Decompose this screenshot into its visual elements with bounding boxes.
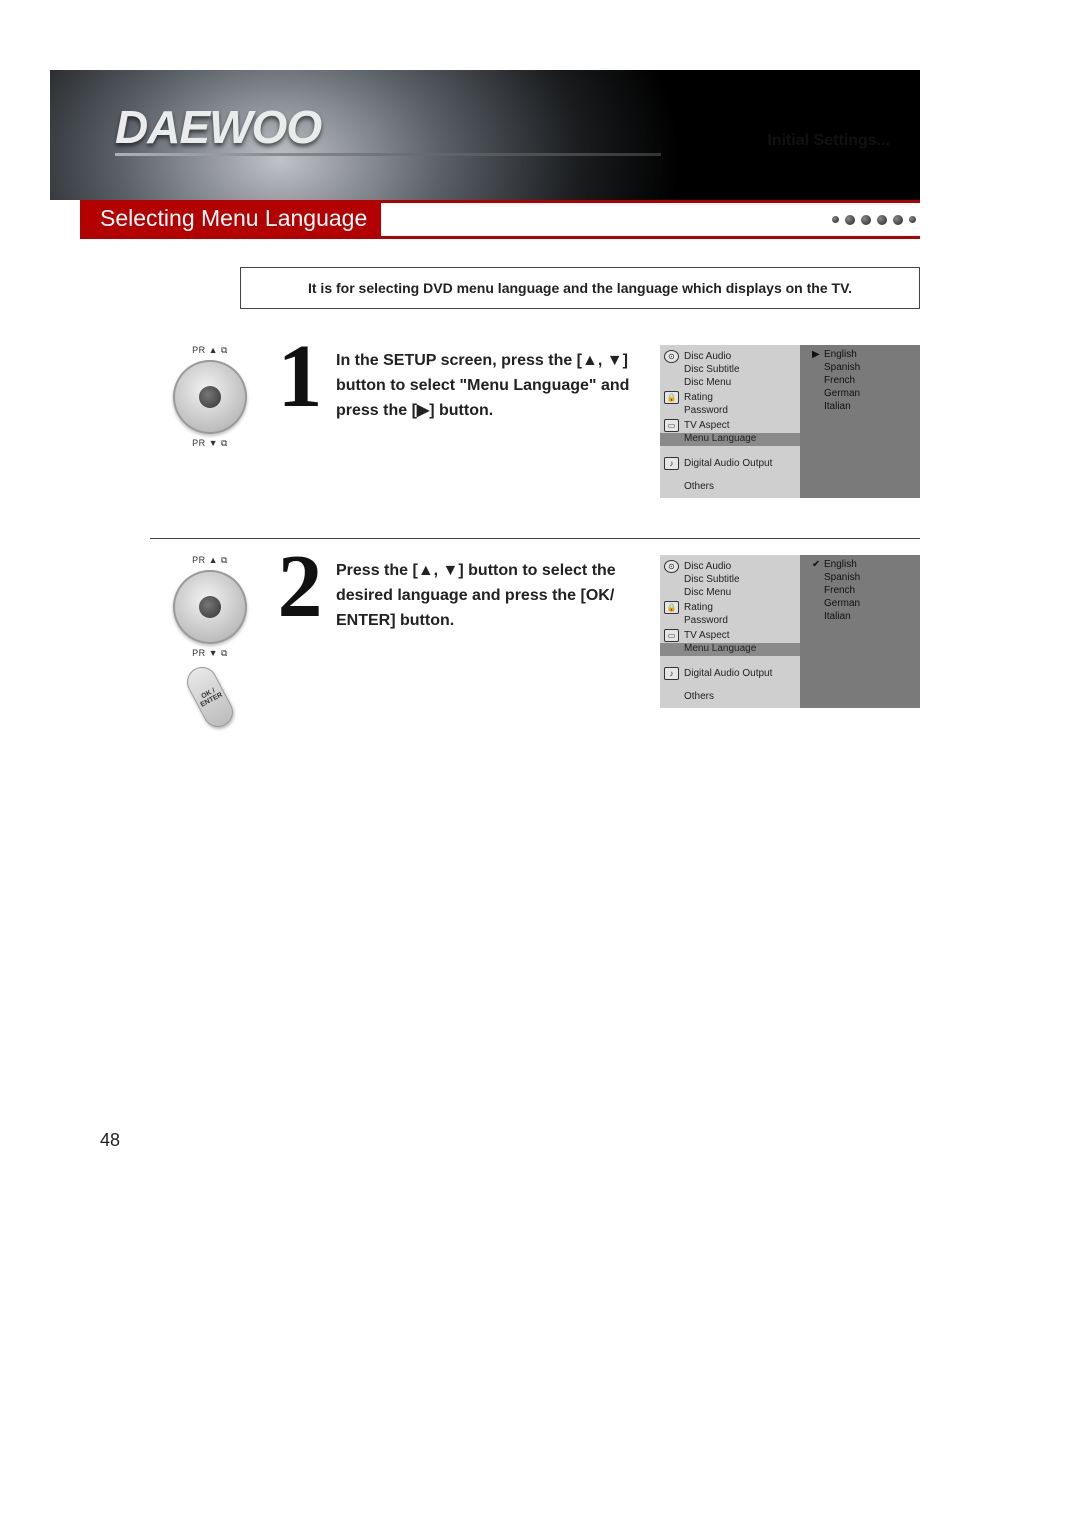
osd-lang: Spanish	[824, 572, 860, 583]
dpad-icon	[173, 570, 247, 644]
ok-enter-button-icon: OK / ENTER	[182, 662, 239, 733]
osd-item: Disc Menu	[660, 377, 800, 390]
section-title-bar: Selecting Menu Language	[80, 200, 920, 239]
selection-marker-icon: ▶	[812, 349, 824, 360]
tv-icon: ▭	[664, 419, 679, 432]
step-number: 1	[270, 341, 330, 413]
remote-pr-down-label: PR ▼ ⧉	[192, 648, 228, 659]
osd-lang: English	[824, 559, 857, 570]
osd-right-column: ▶English Spanish French German Italian	[800, 345, 920, 498]
osd-left-column: ⊙ Disc Audio Disc Subtitle Disc Menu 🔒 Rat…	[660, 555, 800, 708]
osd-item: Disc Audio	[684, 351, 731, 362]
osd-item: Rating	[684, 602, 713, 613]
brand-logo: DAEWOO	[115, 100, 321, 154]
step-instruction: Press the [▲, ▼] button to select the de…	[330, 555, 660, 633]
osd-menu-screenshot: ⊙ Disc Audio Disc Subtitle Disc Menu 🔒 Rat…	[660, 555, 920, 708]
osd-lang: German	[824, 388, 860, 399]
lock-icon: 🔒	[664, 391, 679, 404]
lock-icon: 🔒	[664, 601, 679, 614]
osd-lang: German	[824, 598, 860, 609]
section-title: Selecting Menu Language	[80, 203, 381, 236]
t: In the SETUP screen, press the [	[336, 352, 582, 369]
osd-right-column: ✔English Spanish French German Italian	[800, 555, 920, 708]
osd-item: Password	[660, 615, 800, 628]
osd-item: Disc Audio	[684, 561, 731, 572]
disc-icon: ⊙	[664, 350, 679, 363]
remote-pr-down-label: PR ▼ ⧉	[192, 438, 228, 449]
page-number: 48	[100, 1130, 120, 1151]
decorative-dots	[832, 215, 920, 225]
header-banner: DAEWOO Initial Settings...	[50, 70, 920, 200]
osd-left-column: ⊙ Disc Audio Disc Subtitle Disc Menu 🔒 Rat…	[660, 345, 800, 498]
osd-lang: Spanish	[824, 362, 860, 373]
remote-dpad-ok-illustration: PR ▲ ⧉ PR ▼ ⧉ OK / ENTER	[150, 555, 270, 729]
osd-lang: French	[824, 585, 855, 596]
arrow-symbols: ▲, ▼	[582, 352, 623, 369]
speaker-icon: ♪	[664, 457, 679, 470]
osd-item: Digital Audio Output	[684, 458, 772, 469]
remote-pr-up-label: PR ▲ ⧉	[192, 555, 228, 566]
osd-menu-screenshot: ⊙ Disc Audio Disc Subtitle Disc Menu 🔒 Rat…	[660, 345, 920, 498]
step-1: PR ▲ ⧉ PR ▼ ⧉ 1 In the SETUP screen, pre…	[150, 345, 920, 498]
osd-item: Disc Subtitle	[660, 364, 800, 377]
osd-item-highlighted: Menu Language	[660, 643, 800, 656]
osd-item: TV Aspect	[684, 420, 730, 431]
osd-item: Digital Audio Output	[684, 668, 772, 679]
dpad-icon	[173, 360, 247, 434]
osd-item: Rating	[684, 392, 713, 403]
t: Press the [	[336, 562, 418, 579]
selection-marker-icon: ✔	[812, 559, 824, 570]
step-instruction: In the SETUP screen, press the [▲, ▼ ] bu…	[330, 345, 660, 423]
osd-item: TV Aspect	[684, 630, 730, 641]
step-2: PR ▲ ⧉ PR ▼ ⧉ OK / ENTER 2 Press the [▲,…	[150, 538, 920, 729]
osd-item: Others	[660, 481, 800, 494]
t: ] button.	[429, 402, 493, 419]
osd-item-highlighted: Menu Language	[660, 433, 800, 446]
osd-lang: Italian	[824, 611, 851, 622]
intro-text: It is for selecting DVD menu language an…	[240, 267, 920, 309]
speaker-icon: ♪	[664, 667, 679, 680]
osd-item: Disc Menu	[660, 587, 800, 600]
osd-lang: Italian	[824, 401, 851, 412]
right-arrow-symbol: ▶	[417, 402, 429, 419]
osd-item: Disc Subtitle	[660, 574, 800, 587]
osd-lang: English	[824, 349, 857, 360]
remote-pr-up-label: PR ▲ ⧉	[192, 345, 228, 356]
breadcrumb: Initial Settings...	[767, 132, 890, 150]
disc-icon: ⊙	[664, 560, 679, 573]
tv-icon: ▭	[664, 629, 679, 642]
osd-item: Password	[660, 405, 800, 418]
arrow-symbols: ▲, ▼	[418, 562, 459, 579]
osd-lang: French	[824, 375, 855, 386]
step-number: 2	[270, 551, 330, 623]
remote-dpad-illustration: PR ▲ ⧉ PR ▼ ⧉	[150, 345, 270, 449]
osd-item: Others	[660, 691, 800, 704]
